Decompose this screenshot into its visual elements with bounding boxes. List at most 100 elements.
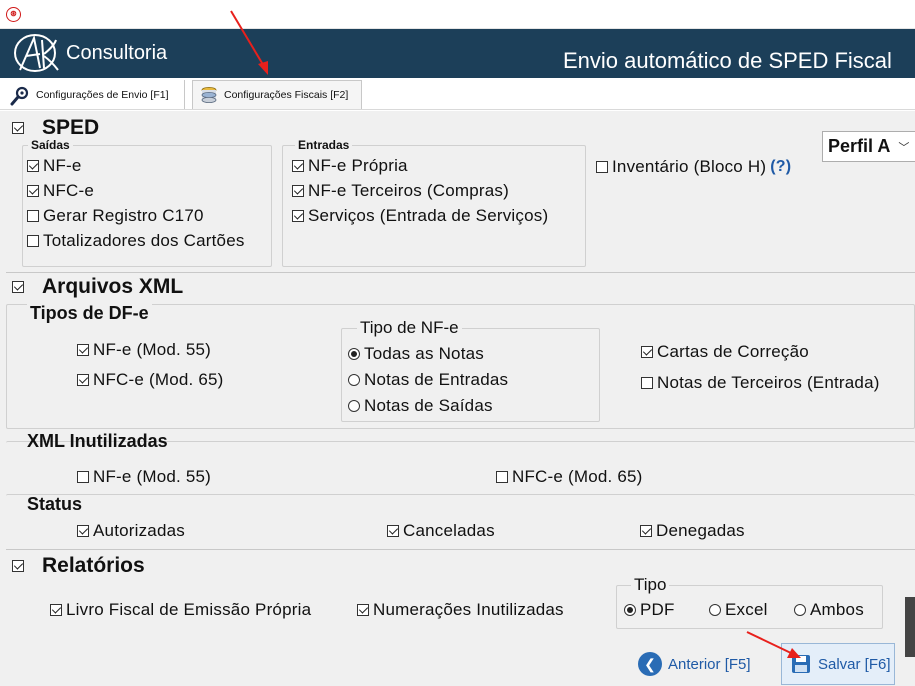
- tipos-dfe-heading: Tipos de DF-e: [27, 303, 152, 324]
- anterior-button[interactable]: ❮ Anterior [F5]: [638, 652, 751, 676]
- canceladas-checkbox[interactable]: [387, 525, 399, 537]
- autorizadas-checkbox[interactable]: [77, 525, 89, 537]
- tab-label: Configurações de Envio [F1]: [36, 88, 169, 101]
- option-label: NF-e (Mod. 55): [93, 340, 212, 359]
- xml-checkbox[interactable]: [12, 281, 24, 293]
- option-totalizadores-cartoes[interactable]: Totalizadores dos Cartões: [27, 231, 245, 251]
- option-nfe-propria[interactable]: NF-e Própria: [292, 156, 408, 176]
- option-inutilizadas-nfce[interactable]: NFC-e (Mod. 65): [496, 467, 643, 487]
- nfe-55-checkbox[interactable]: [77, 344, 89, 356]
- sped-checkbox[interactable]: [12, 122, 24, 134]
- saidas-legend: Saídas: [28, 138, 73, 152]
- option-label: Todas as Notas: [364, 344, 484, 363]
- todas-notas-radio[interactable]: [348, 348, 360, 360]
- option-label: Notas de Terceiros (Entrada): [657, 373, 880, 392]
- tab-label: Configurações Fiscais [F2]: [224, 89, 349, 101]
- denegadas-checkbox[interactable]: [640, 525, 652, 537]
- section-divider: [6, 272, 915, 273]
- option-saidas-nfe[interactable]: NF-e: [27, 156, 82, 176]
- numeracoes-checkbox[interactable]: [357, 604, 369, 616]
- option-label: NF-e Própria: [308, 156, 408, 175]
- option-label: NF-e: [43, 156, 82, 175]
- save-icon: [792, 655, 810, 673]
- option-tipos-nfe[interactable]: NF-e (Mod. 55): [77, 340, 211, 360]
- option-canceladas[interactable]: Canceladas: [387, 521, 495, 541]
- servicos-checkbox[interactable]: [292, 210, 304, 222]
- option-ambos[interactable]: Ambos: [794, 600, 864, 620]
- option-pdf[interactable]: PDF: [624, 600, 675, 620]
- nfe-terceiros-checkbox[interactable]: [292, 185, 304, 197]
- option-excel[interactable]: Excel: [709, 600, 768, 620]
- notas-entradas-radio[interactable]: [348, 374, 360, 386]
- option-autorizadas[interactable]: Autorizadas: [77, 521, 185, 541]
- option-notas-saidas[interactable]: Notas de Saídas: [348, 396, 493, 416]
- fiscal-settings-panel: SPED Saídas NF-e NFC-e Gerar Registro C1…: [0, 111, 915, 686]
- livro-fiscal-checkbox[interactable]: [50, 604, 62, 616]
- totalizadores-checkbox[interactable]: [27, 235, 39, 247]
- ambos-radio[interactable]: [794, 604, 806, 616]
- option-servicos[interactable]: Serviços (Entrada de Serviços): [292, 206, 548, 226]
- salvar-button[interactable]: Salvar [F6]: [781, 643, 895, 685]
- option-label: NFC-e: [43, 181, 95, 200]
- option-livro-fiscal[interactable]: Livro Fiscal de Emissão Própria: [50, 600, 311, 620]
- app-red-icon: ⊛: [6, 7, 21, 22]
- option-label: Numerações Inutilizadas: [373, 600, 564, 619]
- nfce-checkbox[interactable]: [27, 185, 39, 197]
- salvar-label: Salvar [F6]: [818, 655, 891, 673]
- registro-c170-checkbox[interactable]: [27, 210, 39, 222]
- notas-terceiros-checkbox[interactable]: [641, 377, 653, 389]
- inutilizadas-nfe-checkbox[interactable]: [77, 471, 89, 483]
- xml-heading: Arquivos XML: [42, 275, 184, 298]
- notas-saidas-radio[interactable]: [348, 400, 360, 412]
- pdf-radio[interactable]: [624, 604, 636, 616]
- help-icon[interactable]: (?): [770, 158, 791, 176]
- excel-radio[interactable]: [709, 604, 721, 616]
- option-label: Serviços (Entrada de Serviços): [308, 206, 549, 225]
- nfe-checkbox[interactable]: [27, 160, 39, 172]
- option-cartas-correcao[interactable]: Cartas de Correção: [641, 342, 809, 362]
- option-inutilizadas-nfe[interactable]: NF-e (Mod. 55): [77, 467, 211, 487]
- option-notas-entradas[interactable]: Notas de Entradas: [348, 370, 508, 390]
- anterior-label: Anterior [F5]: [668, 655, 751, 673]
- relatorio-tipo-group: Tipo PDF Excel Ambos: [616, 575, 883, 629]
- arrow-left-icon: ❮: [638, 652, 662, 676]
- option-numeracoes-inutilizadas[interactable]: Numerações Inutilizadas: [357, 600, 564, 620]
- option-saidas-nfce[interactable]: NFC-e: [27, 181, 94, 201]
- tab-configuracoes-fiscais[interactable]: Configurações Fiscais [F2]: [192, 80, 362, 109]
- option-label: Inventário (Bloco H): [612, 157, 767, 176]
- sped-heading: SPED: [42, 116, 100, 139]
- coins-icon: [201, 87, 217, 103]
- option-label: Notas de Entradas: [364, 370, 509, 389]
- inventario-checkbox[interactable]: [596, 161, 608, 173]
- option-denegadas[interactable]: Denegadas: [640, 521, 745, 541]
- option-notas-terceiros[interactable]: Notas de Terceiros (Entrada): [641, 373, 880, 393]
- nfce-65-checkbox[interactable]: [77, 374, 89, 386]
- relatorios-heading: Relatórios: [42, 554, 145, 577]
- tipos-dfe-group: Tipos de DF-e NF-e (Mod. 55) NFC-e (Mod.…: [6, 303, 915, 429]
- tab-configuracoes-envio[interactable]: Configurações de Envio [F1]: [3, 80, 185, 109]
- cartas-correcao-checkbox[interactable]: [641, 346, 653, 358]
- option-nfe-terceiros[interactable]: NF-e Terceiros (Compras): [292, 181, 509, 201]
- option-todas-notas[interactable]: Todas as Notas: [348, 344, 484, 364]
- section-divider: [6, 549, 915, 550]
- option-label: NFC-e (Mod. 65): [93, 370, 224, 389]
- tab-bar: Configurações de Envio [F1] Configuraçõe…: [0, 78, 915, 110]
- option-registro-c170[interactable]: Gerar Registro C170: [27, 206, 204, 226]
- scrollbar-fragment: [905, 597, 915, 657]
- option-label: Excel: [725, 600, 768, 619]
- option-label: Autorizadas: [93, 521, 185, 540]
- relatorios-section-header: Relatórios: [12, 554, 145, 578]
- nfe-propria-checkbox[interactable]: [292, 160, 304, 172]
- inutilizadas-nfce-checkbox[interactable]: [496, 471, 508, 483]
- option-label: Notas de Saídas: [364, 396, 493, 415]
- option-label: Ambos: [810, 600, 864, 619]
- header-banner: Consultoria Envio automático de SPED Fis…: [0, 29, 915, 78]
- option-label: NF-e Terceiros (Compras): [308, 181, 509, 200]
- relatorios-checkbox[interactable]: [12, 560, 24, 572]
- perfil-value: Perfil A: [828, 136, 891, 156]
- tipo-nfe-legend: Tipo de NF-e: [357, 318, 462, 338]
- option-inventario[interactable]: Inventário (Bloco H) (?): [596, 157, 791, 177]
- chevron-down-icon: ﹀: [898, 141, 910, 154]
- perfil-select[interactable]: Perfil A ﹀: [822, 131, 915, 162]
- option-tipos-nfce[interactable]: NFC-e (Mod. 65): [77, 370, 224, 390]
